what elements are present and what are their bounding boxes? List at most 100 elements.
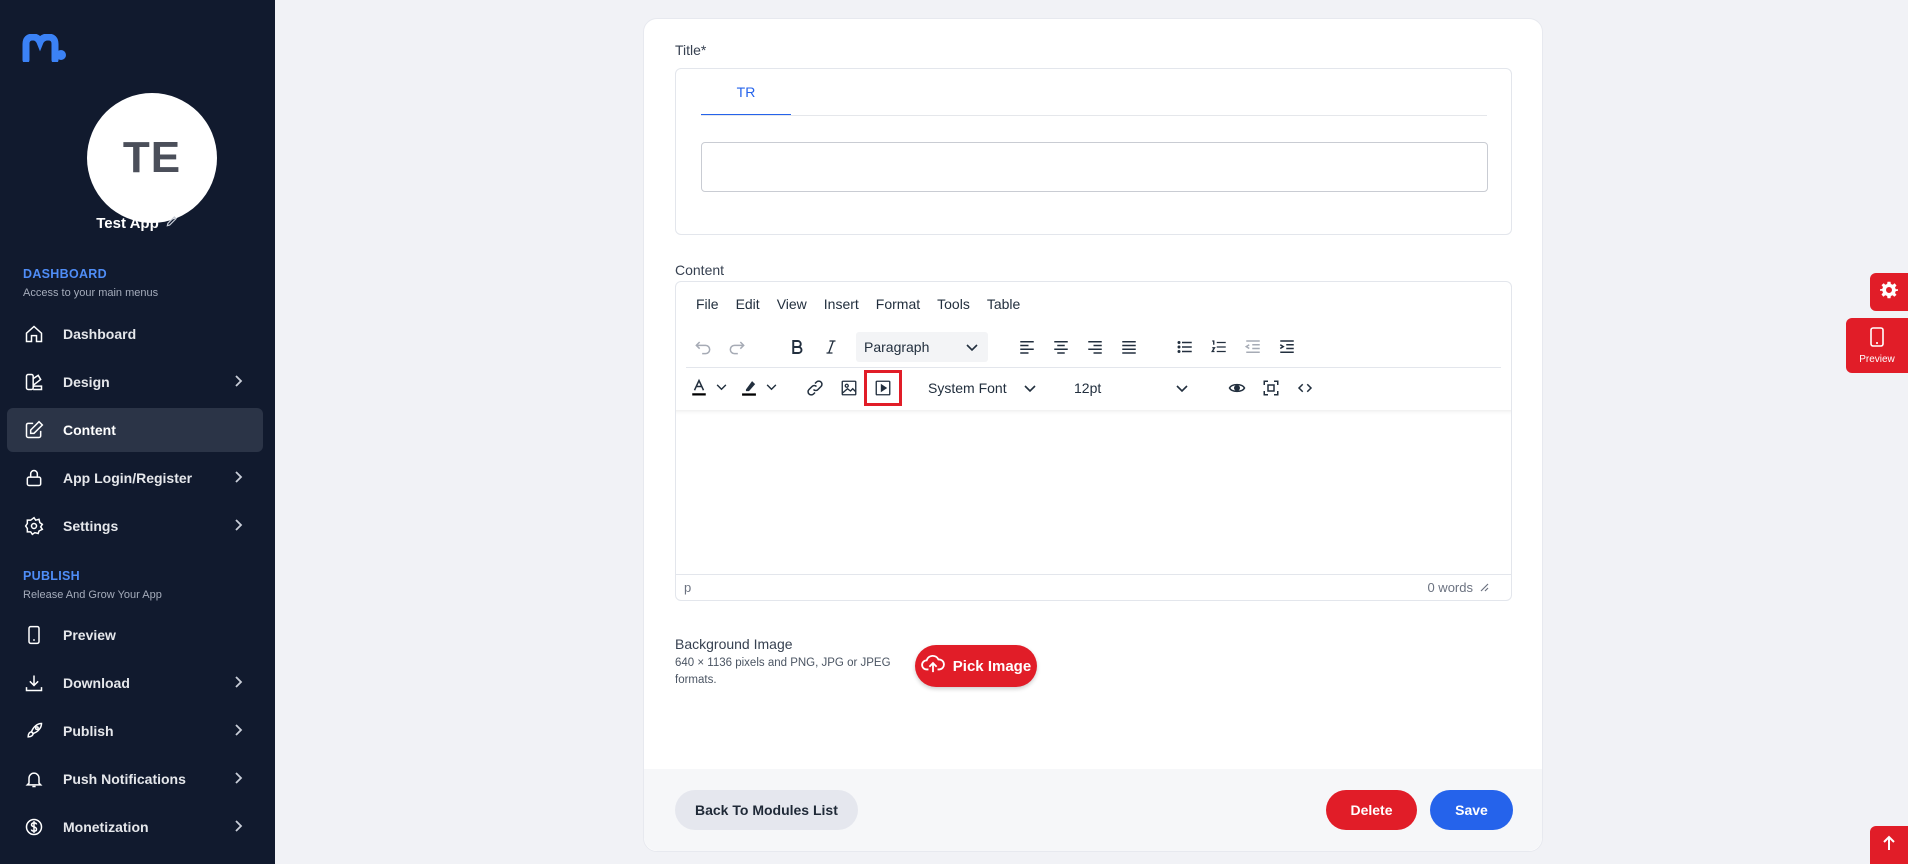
sidebar-item-dashboard[interactable]: Dashboard xyxy=(7,312,263,356)
title-label: Title* xyxy=(675,42,707,58)
app-name: Test App xyxy=(96,214,159,232)
sidebar-item-label: Monetization xyxy=(63,819,149,835)
chevron-down-icon xyxy=(1024,380,1036,396)
block-format-select[interactable]: Paragraph xyxy=(856,332,988,362)
align-right-icon[interactable] xyxy=(1078,331,1112,363)
sidebar-item-app-login-register[interactable]: App Login/Register xyxy=(7,456,263,500)
sidebar-item-content[interactable]: Content xyxy=(7,408,263,452)
phone-icon xyxy=(23,624,45,646)
background-image-hint: 640 × 1136 pixels and PNG, JPG or JPEG f… xyxy=(675,657,891,686)
editor-statusbar: p 0 words xyxy=(676,574,1511,600)
sidebar-item-design[interactable]: Design xyxy=(7,360,263,404)
floating-preview-label: Preview xyxy=(1859,353,1895,365)
editor-toolbar-row-1: Paragraph xyxy=(686,327,1501,367)
sidebar-item-label: Content xyxy=(63,422,116,438)
sidebar-item-preview[interactable]: Preview xyxy=(7,613,263,657)
pick-image-label: Pick Image xyxy=(952,657,1032,675)
sidebar-item-push-notifications[interactable]: Push Notifications xyxy=(7,757,263,801)
rich-text-editor: File Edit View Insert Format Tools Table… xyxy=(675,281,1512,601)
module-form-card: Title* TR Content File Edit View Insert … xyxy=(643,18,1543,852)
chevron-down-icon xyxy=(966,339,978,355)
redo-icon[interactable] xyxy=(720,331,754,363)
media-embed-icon[interactable] xyxy=(864,369,902,406)
word-count[interactable]: 0 words xyxy=(1427,580,1473,595)
menu-format[interactable]: Format xyxy=(876,296,920,312)
dollar-icon xyxy=(23,816,45,838)
chevron-down-icon xyxy=(1176,380,1188,396)
chevron-right-icon xyxy=(233,723,243,740)
font-family-select[interactable]: System Font xyxy=(920,373,1046,403)
form-footer: Back To Modules List Delete Save xyxy=(644,769,1542,851)
chevron-right-icon xyxy=(233,675,243,692)
block-format-value: Paragraph xyxy=(864,339,930,355)
sidebar-item-label: Publish xyxy=(63,723,114,739)
indent-icon[interactable] xyxy=(1270,331,1304,363)
delete-button[interactable]: Delete xyxy=(1326,790,1417,830)
menu-tools[interactable]: Tools xyxy=(937,296,970,312)
chevron-down-icon[interactable] xyxy=(712,372,730,404)
chevron-right-icon xyxy=(233,771,243,788)
font-size-select[interactable]: 12pt xyxy=(1066,373,1198,403)
title-input[interactable] xyxy=(701,142,1488,192)
editor-toolbar-row-2: System Font 12pt xyxy=(686,367,1501,407)
menu-view[interactable]: View xyxy=(777,296,807,312)
rocket-icon xyxy=(23,720,45,742)
menu-table[interactable]: Table xyxy=(987,296,1020,312)
resize-handle-icon[interactable] xyxy=(1479,580,1489,595)
element-path[interactable]: p xyxy=(684,580,691,595)
font-family-value: System Font xyxy=(928,379,1007,396)
image-icon[interactable] xyxy=(832,372,866,404)
publish-section-title: PUBLISH xyxy=(23,569,80,583)
sidebar-item-label: Push Notifications xyxy=(63,771,186,787)
app-logo[interactable] xyxy=(22,33,66,67)
content-label: Content xyxy=(675,262,725,278)
back-to-modules-button[interactable]: Back To Modules List xyxy=(675,790,858,830)
editor-content-area[interactable] xyxy=(676,410,1511,576)
fullscreen-icon[interactable] xyxy=(1254,372,1288,404)
preview-eye-icon[interactable] xyxy=(1220,372,1254,404)
floating-preview-button[interactable]: Preview xyxy=(1846,318,1908,373)
bullet-list-icon[interactable] xyxy=(1168,331,1202,363)
sidebar-item-download[interactable]: Download xyxy=(7,661,263,705)
chevron-right-icon xyxy=(233,470,243,487)
align-left-icon[interactable] xyxy=(1010,331,1044,363)
lock-icon xyxy=(23,467,45,489)
save-button[interactable]: Save xyxy=(1430,790,1513,830)
sidebar-item-monetization[interactable]: Monetization xyxy=(7,805,263,849)
gear-icon xyxy=(23,515,45,537)
tab-tr[interactable]: TR xyxy=(701,69,791,116)
gear-icon xyxy=(1880,281,1898,304)
scroll-to-top-button[interactable] xyxy=(1870,826,1908,864)
chevron-down-icon[interactable] xyxy=(762,372,780,404)
home-icon xyxy=(23,323,45,345)
bell-icon xyxy=(23,768,45,790)
arrow-up-icon xyxy=(1882,835,1896,856)
link-icon[interactable] xyxy=(798,372,832,404)
source-code-icon[interactable] xyxy=(1288,372,1322,404)
sidebar-item-settings[interactable]: Settings xyxy=(7,504,263,548)
numbered-list-icon[interactable] xyxy=(1202,331,1236,363)
outdent-icon[interactable] xyxy=(1236,331,1270,363)
text-color-icon[interactable] xyxy=(686,372,712,404)
floating-settings-button[interactable] xyxy=(1870,273,1908,311)
download-icon xyxy=(23,672,45,694)
chevron-right-icon xyxy=(233,819,243,836)
sidebar-item-label: Dashboard xyxy=(63,326,137,342)
menu-file[interactable]: File xyxy=(696,296,719,312)
pencil-icon[interactable] xyxy=(165,214,179,232)
app-name-row: Test App xyxy=(0,214,275,232)
font-size-value: 12pt xyxy=(1074,379,1102,396)
menu-insert[interactable]: Insert xyxy=(824,296,859,312)
pick-image-button[interactable]: Pick Image xyxy=(915,645,1037,687)
sidebar-item-publish[interactable]: Publish xyxy=(7,709,263,753)
background-image-title: Background Image xyxy=(675,636,793,652)
undo-icon[interactable] xyxy=(686,331,720,363)
avatar[interactable]: TE xyxy=(87,93,217,223)
bold-icon[interactable] xyxy=(780,331,814,363)
menu-edit[interactable]: Edit xyxy=(736,296,760,312)
align-center-icon[interactable] xyxy=(1044,331,1078,363)
italic-icon[interactable] xyxy=(814,331,848,363)
align-justify-icon[interactable] xyxy=(1112,331,1146,363)
phone-icon xyxy=(1870,326,1884,350)
highlight-color-icon[interactable] xyxy=(736,372,762,404)
